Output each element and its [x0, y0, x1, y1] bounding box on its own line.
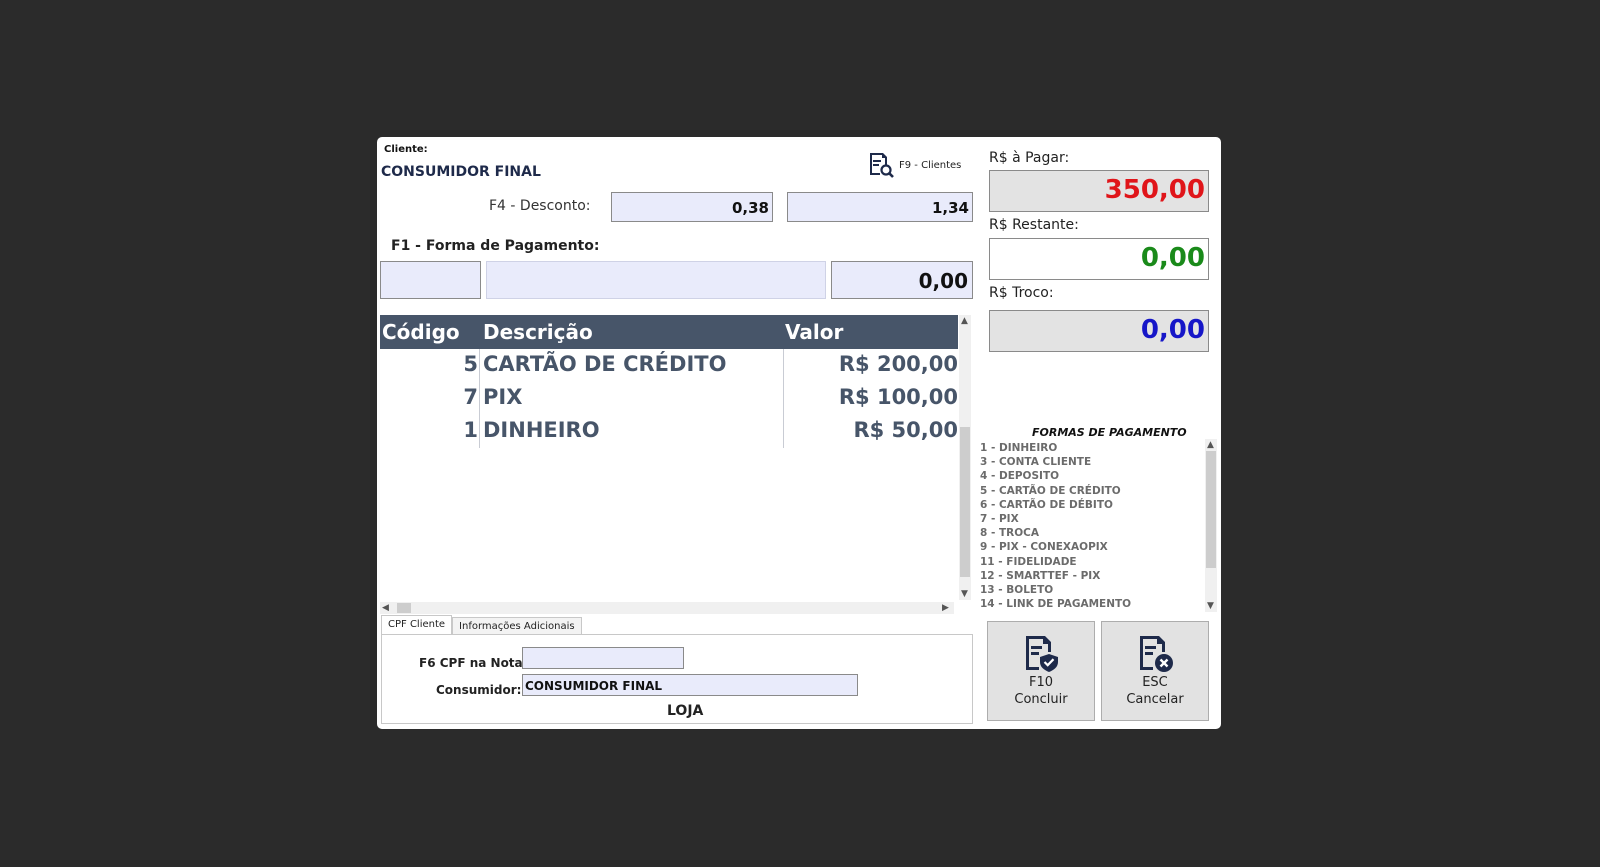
- grid-horizontal-scrollbar[interactable]: ◀ ▶: [380, 602, 954, 614]
- forma-pagamento-label: F1 - Forma de Pagamento:: [391, 238, 600, 254]
- scroll-right-icon[interactable]: ▶: [942, 603, 949, 613]
- list-item[interactable]: 13 - BOLETO: [980, 583, 1198, 597]
- cliente-name: CONSUMIDOR FINAL: [381, 164, 541, 180]
- scroll-down-icon[interactable]: ▼: [1207, 601, 1214, 611]
- list-item[interactable]: 9 - PIX - CONEXAOPIX: [980, 540, 1198, 554]
- scroll-thumb[interactable]: [960, 427, 970, 577]
- formas-title: FORMAS DE PAGAMENTO: [1032, 426, 1187, 439]
- restante-label: R$ Restante:: [989, 217, 1079, 233]
- scroll-thumb[interactable]: [1206, 451, 1216, 568]
- table-row[interactable]: 7 PIX R$ 100,00: [380, 382, 958, 415]
- consumidor-label: Consumidor:: [436, 683, 522, 697]
- list-item[interactable]: 12 - SMARTTEF - PIX: [980, 569, 1198, 583]
- table-row[interactable]: 5 CARTÃO DE CRÉDITO R$ 200,00: [380, 349, 958, 382]
- grid-header-code[interactable]: Código: [382, 320, 460, 344]
- tab-informacoes-adicionais[interactable]: Informações Adicionais: [452, 617, 582, 635]
- document-cancel-icon: [1140, 636, 1173, 672]
- row-description: PIX: [483, 385, 523, 409]
- grid-header-value[interactable]: Valor: [785, 320, 843, 344]
- cancelar-button[interactable]: ESC Cancelar: [1101, 621, 1209, 721]
- cancelar-label: Cancelar: [1126, 692, 1184, 707]
- desconto-value-field[interactable]: 1,34: [787, 192, 973, 222]
- document-check-icon: [1026, 636, 1058, 672]
- pagar-label: R$ à Pagar:: [989, 150, 1070, 166]
- scroll-up-icon[interactable]: ▲: [961, 316, 968, 326]
- restante-value: 0,00: [989, 238, 1209, 280]
- list-item[interactable]: 4 - DEPOSITO: [980, 469, 1198, 483]
- formas-list[interactable]: 1 - DINHEIRO 3 - CONTA CLIENTE 4 - DEPOS…: [980, 441, 1198, 612]
- row-description: DINHEIRO: [483, 418, 600, 442]
- list-item[interactable]: 11 - FIDELIDADE: [980, 555, 1198, 569]
- row-value: R$ 50,00: [853, 418, 958, 442]
- concluir-button[interactable]: F10 Concluir: [987, 621, 1095, 721]
- cpf-label: F6 CPF na Nota:: [419, 656, 528, 670]
- formas-scrollbar[interactable]: ▲ ▼: [1205, 439, 1217, 612]
- f9-clientes-button[interactable]: F9 - Clientes: [867, 149, 962, 181]
- scroll-down-icon[interactable]: ▼: [961, 589, 968, 599]
- grid-header: Código Descrição Valor: [380, 315, 958, 349]
- scroll-thumb[interactable]: [397, 603, 411, 613]
- grid-header-description[interactable]: Descrição: [483, 320, 593, 344]
- troco-label: R$ Troco:: [989, 285, 1054, 301]
- row-code: 1: [463, 418, 478, 442]
- table-row[interactable]: 1 DINHEIRO R$ 50,00: [380, 415, 958, 448]
- row-code: 7: [463, 385, 478, 409]
- list-item[interactable]: 1 - DINHEIRO: [980, 441, 1198, 455]
- cancelar-key: ESC: [1142, 675, 1168, 690]
- row-code: 5: [463, 352, 478, 376]
- forma-pagamento-code-input[interactable]: [380, 261, 481, 299]
- grid-vertical-scrollbar[interactable]: ▲ ▼: [959, 315, 971, 600]
- payment-dialog: Cliente: CONSUMIDOR FINAL F9 - Clientes …: [377, 137, 1221, 729]
- pagar-value: 350,00: [989, 170, 1209, 212]
- payments-grid[interactable]: Código Descrição Valor 5 CARTÃO DE CRÉDI…: [380, 315, 972, 607]
- desconto-percent-field[interactable]: 0,38: [611, 192, 773, 222]
- row-description: CARTÃO DE CRÉDITO: [483, 352, 727, 376]
- list-item[interactable]: 7 - PIX: [980, 512, 1198, 526]
- row-value: R$ 200,00: [838, 352, 958, 376]
- tab-cpf-cliente[interactable]: CPF Cliente: [381, 615, 453, 635]
- scroll-left-icon[interactable]: ◀: [382, 603, 389, 613]
- troco-value: 0,00: [989, 310, 1209, 352]
- desconto-label: F4 - Desconto:: [489, 198, 591, 214]
- list-item[interactable]: 14 - LINK DE PAGAMENTO: [980, 597, 1198, 611]
- list-item[interactable]: 8 - TROCA: [980, 526, 1198, 540]
- consumidor-input[interactable]: CONSUMIDOR FINAL: [522, 674, 858, 696]
- concluir-label: Concluir: [1014, 692, 1068, 707]
- client-search-icon: [870, 153, 894, 178]
- tab-bar: CPF Cliente Informações Adicionais: [381, 615, 582, 635]
- cpf-input[interactable]: [522, 647, 684, 669]
- cliente-label: Cliente:: [384, 144, 428, 155]
- list-item[interactable]: 6 - CARTÃO DE DÉBITO: [980, 498, 1198, 512]
- row-value: R$ 100,00: [838, 385, 958, 409]
- scroll-up-icon[interactable]: ▲: [1207, 440, 1214, 450]
- loja-label: LOJA: [667, 703, 704, 719]
- list-item[interactable]: 3 - CONTA CLIENTE: [980, 455, 1198, 469]
- concluir-key: F10: [1028, 675, 1054, 690]
- forma-pagamento-value-input[interactable]: 0,00: [831, 261, 973, 299]
- list-item[interactable]: 5 - CARTÃO DE CRÉDITO: [980, 484, 1198, 498]
- forma-pagamento-desc-input[interactable]: [486, 261, 826, 299]
- f9-clientes-label: F9 - Clientes: [899, 159, 962, 171]
